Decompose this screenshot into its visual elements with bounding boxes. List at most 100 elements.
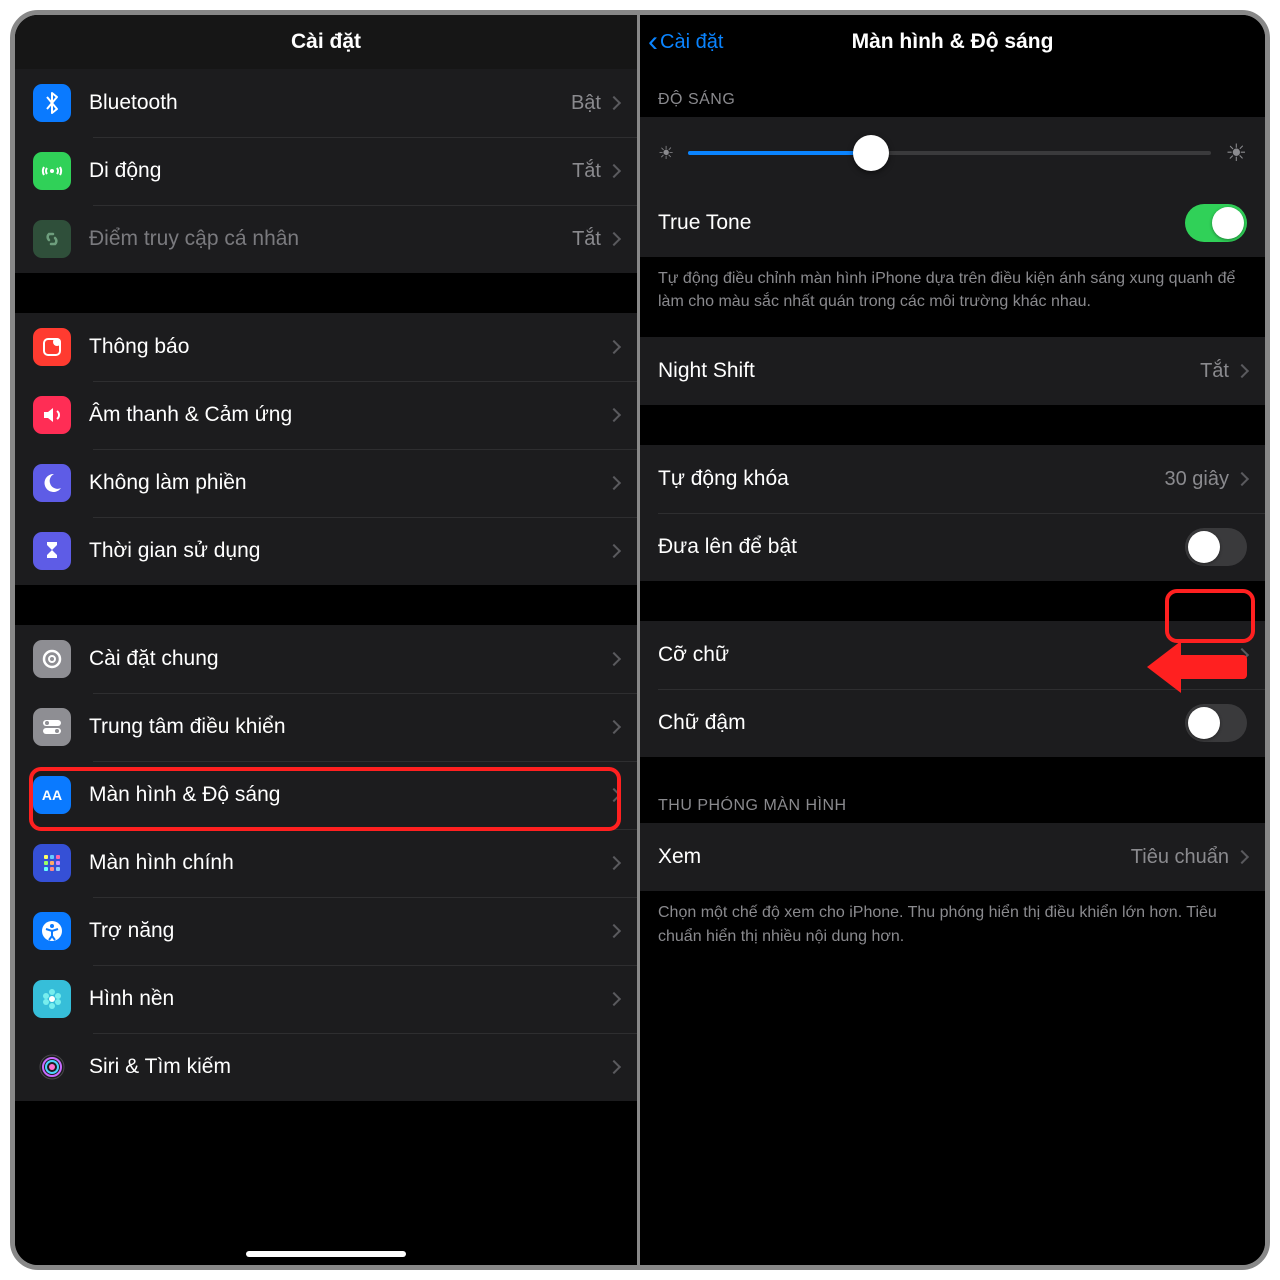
flower-icon bbox=[33, 980, 71, 1018]
row-bold-text: Chữ đậm bbox=[640, 689, 1265, 757]
row-sounds[interactable]: Âm thanh & Cảm ứng bbox=[15, 381, 637, 449]
moon-icon bbox=[33, 464, 71, 502]
row-label: Di động bbox=[89, 159, 572, 183]
row-label: True Tone bbox=[658, 211, 1185, 235]
row-label: Bluetooth bbox=[89, 91, 571, 115]
notifications-icon bbox=[33, 328, 71, 366]
chevron-right-icon bbox=[607, 720, 621, 734]
row-label: Màn hình & Độ sáng bbox=[89, 783, 609, 807]
chevron-right-icon bbox=[1235, 850, 1249, 864]
row-label: Siri & Tìm kiếm bbox=[89, 1055, 609, 1079]
hourglass-icon bbox=[33, 532, 71, 570]
chevron-right-icon bbox=[607, 856, 621, 870]
row-value: Tắt bbox=[572, 160, 601, 183]
chevron-right-icon bbox=[607, 232, 621, 246]
row-notifications[interactable]: Thông báo bbox=[15, 313, 637, 381]
brightness-slider-row: ☀ ☀ bbox=[640, 117, 1265, 189]
row-display-brightness[interactable]: AA Màn hình & Độ sáng bbox=[15, 761, 637, 829]
sun-large-icon: ☀ bbox=[1225, 139, 1247, 168]
row-hotspot[interactable]: Điểm truy cập cá nhân Tắt bbox=[15, 205, 637, 273]
row-truetone: True Tone bbox=[640, 189, 1265, 257]
antenna-icon bbox=[33, 152, 71, 190]
settings-scroll[interactable]: Bluetooth Bật Di động Tắt Điểm t bbox=[15, 69, 637, 1265]
row-view[interactable]: Xem Tiêu chuẩn bbox=[640, 823, 1265, 891]
section-header-brightness: ĐỘ SÁNG bbox=[640, 69, 1265, 117]
truetone-toggle[interactable] bbox=[1185, 204, 1247, 242]
link-icon bbox=[33, 220, 71, 258]
row-value: Tắt bbox=[1200, 360, 1229, 383]
row-accessibility[interactable]: Trợ năng bbox=[15, 897, 637, 965]
row-label: Màn hình chính bbox=[89, 851, 609, 875]
nav-bar: ‹ Cài đặt Màn hình & Độ sáng bbox=[640, 15, 1265, 69]
row-home-screen[interactable]: Màn hình chính bbox=[15, 829, 637, 897]
chevron-right-icon bbox=[1235, 364, 1249, 378]
row-label: Chữ đậm bbox=[658, 711, 1185, 735]
row-label: Tự động khóa bbox=[658, 467, 1165, 491]
sound-icon bbox=[33, 396, 71, 434]
row-screentime[interactable]: Thời gian sử dụng bbox=[15, 517, 637, 585]
row-label: Xem bbox=[658, 845, 1131, 869]
row-label: Cài đặt chung bbox=[89, 647, 609, 671]
chevron-right-icon bbox=[607, 992, 621, 1006]
display-brightness-screen: ‹ Cài đặt Màn hình & Độ sáng ĐỘ SÁNG ☀ ☀… bbox=[640, 15, 1265, 1265]
grid-icon bbox=[33, 844, 71, 882]
row-wallpaper[interactable]: Hình nền bbox=[15, 965, 637, 1033]
row-autolock[interactable]: Tự động khóa 30 giây bbox=[640, 445, 1265, 513]
row-value: Bật bbox=[571, 92, 601, 115]
row-value: Tắt bbox=[572, 228, 601, 251]
back-button[interactable]: ‹ Cài đặt bbox=[648, 15, 723, 69]
slider-fill bbox=[688, 151, 871, 155]
section-header-zoom: THU PHÓNG MÀN HÌNH bbox=[640, 757, 1265, 823]
home-indicator[interactable] bbox=[246, 1251, 406, 1257]
row-control-center[interactable]: Trung tâm điều khiển bbox=[15, 693, 637, 761]
bluetooth-icon bbox=[33, 84, 71, 122]
row-bluetooth[interactable]: Bluetooth Bật bbox=[15, 69, 637, 137]
row-label: Thời gian sử dụng bbox=[89, 539, 609, 563]
row-general[interactable]: Cài đặt chung bbox=[15, 625, 637, 693]
row-siri[interactable]: Siri & Tìm kiếm bbox=[15, 1033, 637, 1101]
row-value: 30 giây bbox=[1165, 468, 1230, 491]
raise-to-wake-toggle[interactable] bbox=[1185, 528, 1247, 566]
toggles-icon bbox=[33, 708, 71, 746]
settings-list-screen: Cài đặt Bluetooth Bật Di động bbox=[15, 15, 640, 1265]
row-label: Thông báo bbox=[89, 335, 609, 359]
aa-icon: AA bbox=[33, 776, 71, 814]
truetone-description: Tự động điều chỉnh màn hình iPhone dựa t… bbox=[640, 257, 1265, 327]
slider-knob[interactable] bbox=[853, 135, 889, 171]
siri-icon bbox=[33, 1048, 71, 1086]
chevron-right-icon bbox=[607, 476, 621, 490]
chevron-right-icon bbox=[1235, 472, 1249, 486]
page-title: Màn hình & Độ sáng bbox=[852, 30, 1054, 54]
chevron-right-icon bbox=[607, 788, 621, 802]
row-label: Hình nền bbox=[89, 987, 609, 1011]
back-label: Cài đặt bbox=[660, 31, 723, 54]
chevron-right-icon bbox=[607, 924, 621, 938]
chevron-right-icon bbox=[607, 96, 621, 110]
row-dnd[interactable]: Không làm phiền bbox=[15, 449, 637, 517]
bold-text-toggle[interactable] bbox=[1185, 704, 1247, 742]
row-label: Trung tâm điều khiển bbox=[89, 715, 609, 739]
chevron-left-icon: ‹ bbox=[648, 27, 658, 57]
annotation-arrow bbox=[1177, 655, 1247, 679]
gear-icon bbox=[33, 640, 71, 678]
nav-bar: Cài đặt bbox=[15, 15, 637, 69]
row-label: Night Shift bbox=[658, 359, 1200, 383]
chevron-right-icon bbox=[607, 408, 621, 422]
row-value: Tiêu chuẩn bbox=[1131, 846, 1229, 869]
accessibility-icon bbox=[33, 912, 71, 950]
page-title: Cài đặt bbox=[291, 30, 361, 54]
view-description: Chọn một chế độ xem cho iPhone. Thu phón… bbox=[640, 891, 1265, 961]
chevron-right-icon bbox=[607, 1060, 621, 1074]
chevron-right-icon bbox=[607, 164, 621, 178]
row-label: Trợ năng bbox=[89, 919, 609, 943]
row-raise-to-wake: Đưa lên để bật bbox=[640, 513, 1265, 581]
sun-small-icon: ☀ bbox=[658, 143, 674, 164]
chevron-right-icon bbox=[607, 544, 621, 558]
row-nightshift[interactable]: Night Shift Tắt bbox=[640, 337, 1265, 405]
row-label: Điểm truy cập cá nhân bbox=[89, 227, 572, 251]
row-cellular[interactable]: Di động Tắt bbox=[15, 137, 637, 205]
chevron-right-icon bbox=[607, 340, 621, 354]
brightness-slider[interactable] bbox=[688, 151, 1211, 155]
row-label: Không làm phiền bbox=[89, 471, 609, 495]
row-label: Đưa lên để bật bbox=[658, 535, 1185, 559]
